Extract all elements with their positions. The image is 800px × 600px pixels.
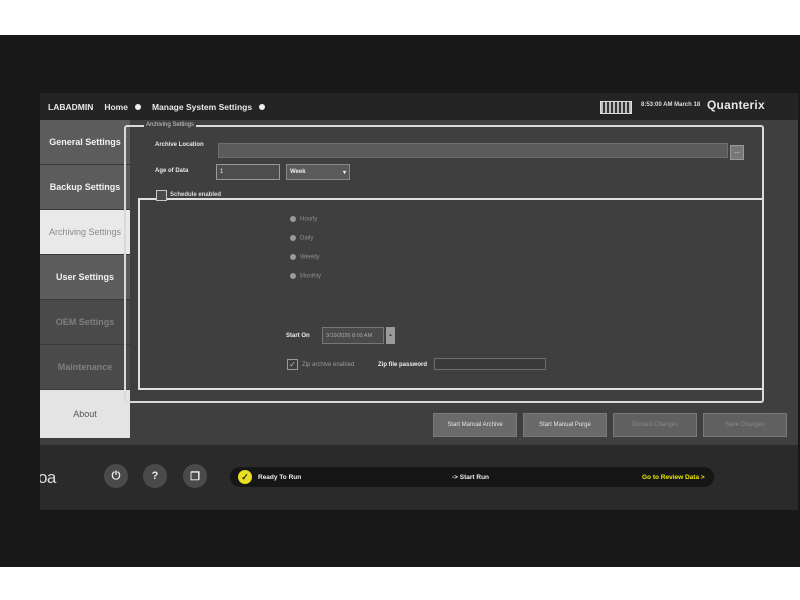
clock-time: 8:53:00 AM	[641, 102, 673, 108]
save-changes-button[interactable]: Save Changes	[703, 413, 787, 437]
help-icon[interactable]: ?	[143, 464, 167, 488]
archiving-legend: Archiving Settings	[144, 122, 197, 128]
bottom-bar: simoa ⏻ ? ❐ ✓ Ready To Run -> Start Run …	[40, 445, 798, 510]
radio-weekly[interactable]: Weekly	[290, 254, 320, 261]
sidebar-item-about[interactable]: About	[40, 390, 130, 439]
radio-dot-icon	[290, 216, 296, 222]
breadcrumb-dot-icon	[134, 103, 141, 110]
zip-password-label: Zip file password	[378, 362, 428, 368]
radio-dot-icon	[290, 235, 296, 241]
radio-label: Monthly	[300, 273, 322, 280]
ready-check-icon: ✓	[238, 470, 252, 484]
age-unit-value: Week	[290, 169, 306, 175]
sidebar-item-backup-settings[interactable]: Backup Settings	[40, 165, 130, 210]
home-link[interactable]: Home	[104, 102, 128, 112]
discard-changes-button[interactable]: Discard Changes	[613, 413, 697, 437]
radio-dot-icon	[290, 254, 296, 260]
radio-label: Daily	[300, 235, 314, 242]
brand-logo: Quanterix	[707, 98, 765, 112]
run-status-bar: ✓ Ready To Run -> Start Run Go to Review…	[230, 467, 714, 487]
sidebar-item-maintenance[interactable]: Maintenance	[40, 345, 130, 390]
age-of-data-input[interactable]: 1	[216, 164, 280, 180]
age-of-data-label: Age of Data	[155, 168, 189, 174]
ready-status: Ready To Run	[258, 474, 302, 481]
sidebar-item-oem-settings[interactable]: OEM Settings	[40, 300, 130, 345]
power-icon[interactable]: ⏻	[104, 464, 128, 488]
simoa-logo: simoa	[40, 468, 56, 487]
breadcrumb-dot-icon	[259, 103, 266, 110]
sidebar-item-general-settings[interactable]: General Settings	[40, 120, 130, 165]
sidebar-item-archiving-settings[interactable]: Archiving Settings	[40, 210, 130, 255]
review-data-link[interactable]: Go to Review Data >	[642, 474, 705, 481]
schedule-enabled-checkbox[interactable]	[156, 190, 167, 201]
user-label: LABADMIN	[48, 101, 94, 112]
radio-dot-icon	[290, 273, 296, 279]
sidebar-item-user-settings[interactable]: User Settings	[40, 255, 130, 300]
archive-location-label: Archive Location	[155, 142, 204, 148]
clock-date: March 18	[674, 102, 701, 108]
photo-stage: LABADMIN Home Manage System Settings 8:5…	[0, 0, 800, 600]
start-manual-purge-button[interactable]: Start Manual Purge	[523, 413, 607, 437]
zip-archive-label: Zip archive enabled	[302, 362, 355, 368]
keyboard-icon[interactable]	[600, 101, 632, 114]
radio-hourly[interactable]: Hourly	[290, 216, 317, 223]
start-on-input[interactable]: 3/19/2026 8:00 AM	[322, 327, 384, 344]
radio-monthly[interactable]: Monthly	[290, 273, 321, 280]
settings-sidebar: General Settings Backup Settings Archivi…	[40, 120, 130, 440]
radio-label: Weekly	[300, 254, 320, 261]
copy-icon[interactable]: ❐	[183, 464, 207, 488]
browse-button[interactable]: ...	[730, 145, 744, 160]
age-unit-select[interactable]: Week ▾	[286, 164, 350, 180]
start-on-label: Start On	[286, 333, 310, 339]
start-on-spinner[interactable]: ▴	[386, 327, 395, 344]
zip-password-input[interactable]	[434, 358, 546, 370]
radio-daily[interactable]: Daily	[290, 235, 313, 242]
top-bar: LABADMIN Home Manage System Settings 8:5…	[40, 93, 798, 120]
chevron-down-icon: ▾	[342, 170, 346, 176]
radio-label: Hourly	[300, 216, 318, 223]
clock: 8:53:00 AM March 18	[641, 102, 700, 108]
archive-location-input[interactable]	[218, 143, 728, 158]
schedule-enabled-label: Schedule enabled	[170, 192, 225, 198]
start-run-link[interactable]: -> Start Run	[452, 474, 489, 481]
zip-archive-checkbox[interactable]: ✓	[287, 359, 298, 370]
start-manual-archive-button[interactable]: Start Manual Archive	[433, 413, 517, 437]
breadcrumb-section[interactable]: Manage System Settings	[152, 102, 252, 112]
